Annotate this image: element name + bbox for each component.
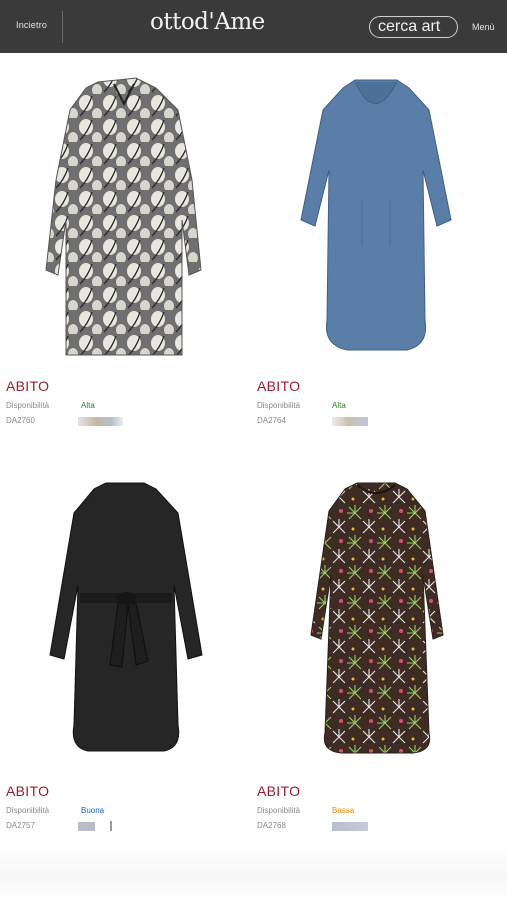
availability-value: Alta <box>81 401 95 410</box>
bottom-fade <box>0 845 507 900</box>
search-input[interactable]: cerca art <box>369 16 458 38</box>
product-code: DA2757 <box>6 821 35 830</box>
product-title[interactable]: ABITO <box>257 783 300 799</box>
patterned-shirt-dress-image[interactable] <box>6 70 246 370</box>
product-card[interactable]: ABITO Disponibilità Buona DA2757 <box>6 475 246 845</box>
product-title[interactable]: ABITO <box>6 378 49 394</box>
back-button[interactable]: Incietro <box>16 20 47 30</box>
product-card[interactable]: ABITO Disponibilità Alta DA2760 <box>6 70 246 440</box>
availability-value: Buona <box>81 806 105 815</box>
top-bar: Incietro ottod'Ame cerca art Menù <box>0 0 507 53</box>
firework-print-dress-image[interactable] <box>257 475 497 775</box>
product-card[interactable]: ABITO Disponibilità Bassa DA2768 <box>257 475 497 845</box>
color-swatch[interactable] <box>78 822 95 831</box>
availability-label: Disponibilità <box>257 806 301 815</box>
product-title[interactable]: ABITO <box>6 783 49 799</box>
product-code: DA2760 <box>6 416 35 425</box>
availability-value: Bassa <box>332 806 355 815</box>
availability-label: Disponibilità <box>6 401 50 410</box>
availability-label: Disponibilità <box>6 806 50 815</box>
color-swatch[interactable] <box>110 821 112 831</box>
black-belted-dress-image[interactable] <box>6 475 246 775</box>
product-code: DA2764 <box>257 416 286 425</box>
color-swatch[interactable] <box>332 417 368 426</box>
color-swatch[interactable] <box>78 417 123 426</box>
color-swatch[interactable] <box>332 822 368 831</box>
menu-button[interactable]: Menù <box>472 22 495 32</box>
product-card[interactable]: ABITO Disponibilità Alta DA2764 <box>257 70 497 440</box>
divider <box>62 11 63 43</box>
product-title[interactable]: ABITO <box>257 378 300 394</box>
product-code: DA2768 <box>257 821 286 830</box>
blue-dress-image[interactable] <box>257 70 497 370</box>
availability-label: Disponibilità <box>257 401 301 410</box>
brand-logo[interactable]: ottod'Ame <box>150 9 265 35</box>
availability-value: Alta <box>332 401 346 410</box>
